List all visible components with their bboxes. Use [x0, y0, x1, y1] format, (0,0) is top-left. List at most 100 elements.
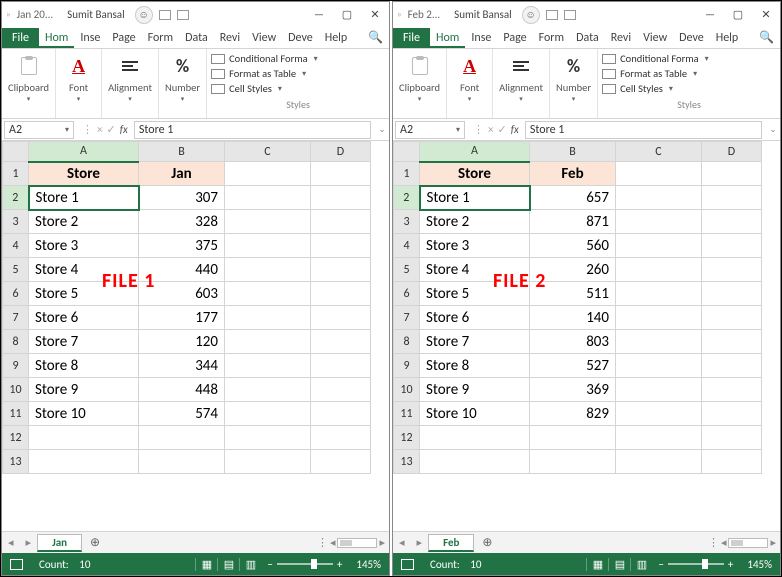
view-page-layout-icon[interactable]: ▤	[608, 558, 630, 571]
column-header[interactable]: C	[225, 142, 311, 162]
cell[interactable]: Store 9	[420, 378, 530, 402]
zoom-level[interactable]: 145%	[739, 558, 780, 571]
cell[interactable]	[616, 402, 702, 426]
cell[interactable]: Store 5	[420, 282, 530, 306]
chevron-down-icon[interactable]: ▾	[418, 94, 422, 103]
cell[interactable]: Store 6	[420, 306, 530, 330]
column-header[interactable]: C	[616, 142, 702, 162]
qa-overflow-icon[interactable]: »	[6, 9, 11, 20]
cell[interactable]: 448	[139, 378, 225, 402]
cell[interactable]: Store 9	[29, 378, 139, 402]
cell[interactable]: 140	[530, 306, 616, 330]
scroll-left-icon[interactable]: ◂	[721, 536, 727, 549]
tab-review[interactable]: Revi	[214, 28, 246, 48]
cell[interactable]	[702, 282, 762, 306]
minimize-button[interactable]: —	[696, 3, 724, 27]
cell[interactable]: Store 10	[420, 402, 530, 426]
cell[interactable]	[616, 450, 702, 474]
cell[interactable]	[225, 210, 311, 234]
minimize-button[interactable]: —	[305, 3, 333, 27]
scroll-left-icon[interactable]: ◂	[330, 536, 336, 549]
cell[interactable]	[225, 306, 311, 330]
fx-icon[interactable]: fx	[511, 123, 519, 136]
tab-page-layout[interactable]: Page	[106, 28, 141, 48]
row-header[interactable]: 4	[3, 234, 29, 258]
cell[interactable]	[702, 330, 762, 354]
tab-data[interactable]: Data	[570, 28, 605, 48]
tab-developer[interactable]: Deve	[673, 28, 710, 48]
cancel-icon[interactable]: ×	[97, 123, 102, 136]
tab-formulas[interactable]: Form	[533, 28, 570, 48]
tab-insert[interactable]: Inse	[74, 28, 106, 48]
cell[interactable]	[29, 450, 139, 474]
cell[interactable]	[702, 162, 762, 186]
clipboard-group[interactable]: Clipboard ▾	[393, 49, 447, 118]
row-header[interactable]: 10	[3, 378, 29, 402]
cell[interactable]: Store 4	[29, 258, 139, 282]
sheet-nav-prev-icon[interactable]: ◂	[393, 536, 411, 549]
conditional-formatting-button[interactable]: Conditional Forma▾	[602, 51, 776, 66]
tab-insert[interactable]: Inse	[465, 28, 497, 48]
row-header[interactable]: 6	[394, 282, 420, 306]
cell[interactable]: Store 1	[420, 186, 530, 210]
tab-page-layout[interactable]: Page	[497, 28, 532, 48]
cell[interactable]: Store 2	[420, 210, 530, 234]
cell-styles-button[interactable]: Cell Styles▾	[211, 81, 385, 96]
ribbon-display-icon[interactable]	[159, 10, 171, 20]
sheet-nav-prev-icon[interactable]: ◂	[2, 536, 20, 549]
select-all-corner[interactable]	[394, 142, 420, 162]
cell[interactable]	[225, 186, 311, 210]
number-group[interactable]: % Number ▾	[159, 49, 207, 118]
cell[interactable]: 344	[139, 354, 225, 378]
cell[interactable]: 657	[530, 186, 616, 210]
cell[interactable]	[616, 378, 702, 402]
cell[interactable]	[311, 186, 371, 210]
ribbon-display2-icon[interactable]	[564, 10, 576, 20]
chevron-down-icon[interactable]: ▾	[181, 94, 185, 103]
zoom-out-icon[interactable]: −	[267, 558, 272, 571]
cell[interactable]	[311, 258, 371, 282]
cancel-icon[interactable]: ×	[488, 123, 493, 136]
tab-review[interactable]: Revi	[605, 28, 637, 48]
number-group[interactable]: % Number ▾	[550, 49, 598, 118]
tell-me-search-icon[interactable]: 🔍	[753, 27, 780, 48]
cell[interactable]: 511	[530, 282, 616, 306]
chevron-down-icon[interactable]: ▾	[456, 125, 460, 135]
add-sheet-button[interactable]: ⊕	[474, 535, 500, 550]
cell[interactable]	[616, 258, 702, 282]
conditional-formatting-button[interactable]: Conditional Forma▾	[211, 51, 385, 66]
scroll-right-icon[interactable]: ▸	[770, 536, 776, 549]
fx-icon[interactable]: fx	[120, 123, 128, 136]
format-as-table-button[interactable]: Format as Table▾	[211, 66, 385, 81]
tab-home[interactable]: Hom	[39, 28, 74, 48]
cell[interactable]	[616, 306, 702, 330]
zoom-slider[interactable]: − +	[261, 558, 348, 571]
splitter-icon[interactable]: ⋮	[708, 536, 719, 549]
cell[interactable]	[616, 354, 702, 378]
cell[interactable]: Store 2	[29, 210, 139, 234]
cell[interactable]: 307	[139, 186, 225, 210]
cell[interactable]	[139, 426, 225, 450]
cell[interactable]	[225, 402, 311, 426]
row-header[interactable]: 3	[3, 210, 29, 234]
chevron-down-icon[interactable]: ▾	[27, 94, 31, 103]
row-header[interactable]: 9	[394, 354, 420, 378]
cell[interactable]: Store	[420, 162, 530, 186]
alignment-group[interactable]: Alignment ▾	[493, 49, 550, 118]
cell[interactable]	[530, 426, 616, 450]
cell[interactable]	[139, 450, 225, 474]
format-as-table-button[interactable]: Format as Table▾	[602, 66, 776, 81]
column-header[interactable]: D	[311, 142, 371, 162]
splitter-icon[interactable]: ⋮	[317, 536, 328, 549]
cell[interactable]: Store 10	[29, 402, 139, 426]
cell[interactable]	[311, 426, 371, 450]
row-header[interactable]: 10	[394, 378, 420, 402]
scroll-right-icon[interactable]: ▸	[379, 536, 385, 549]
row-header[interactable]: 8	[394, 330, 420, 354]
cell[interactable]	[702, 450, 762, 474]
row-header[interactable]: 7	[394, 306, 420, 330]
cell[interactable]: Store 7	[420, 330, 530, 354]
macro-record-icon[interactable]	[393, 559, 422, 570]
cell[interactable]: 375	[139, 234, 225, 258]
maximize-button[interactable]: ▢	[724, 3, 752, 27]
